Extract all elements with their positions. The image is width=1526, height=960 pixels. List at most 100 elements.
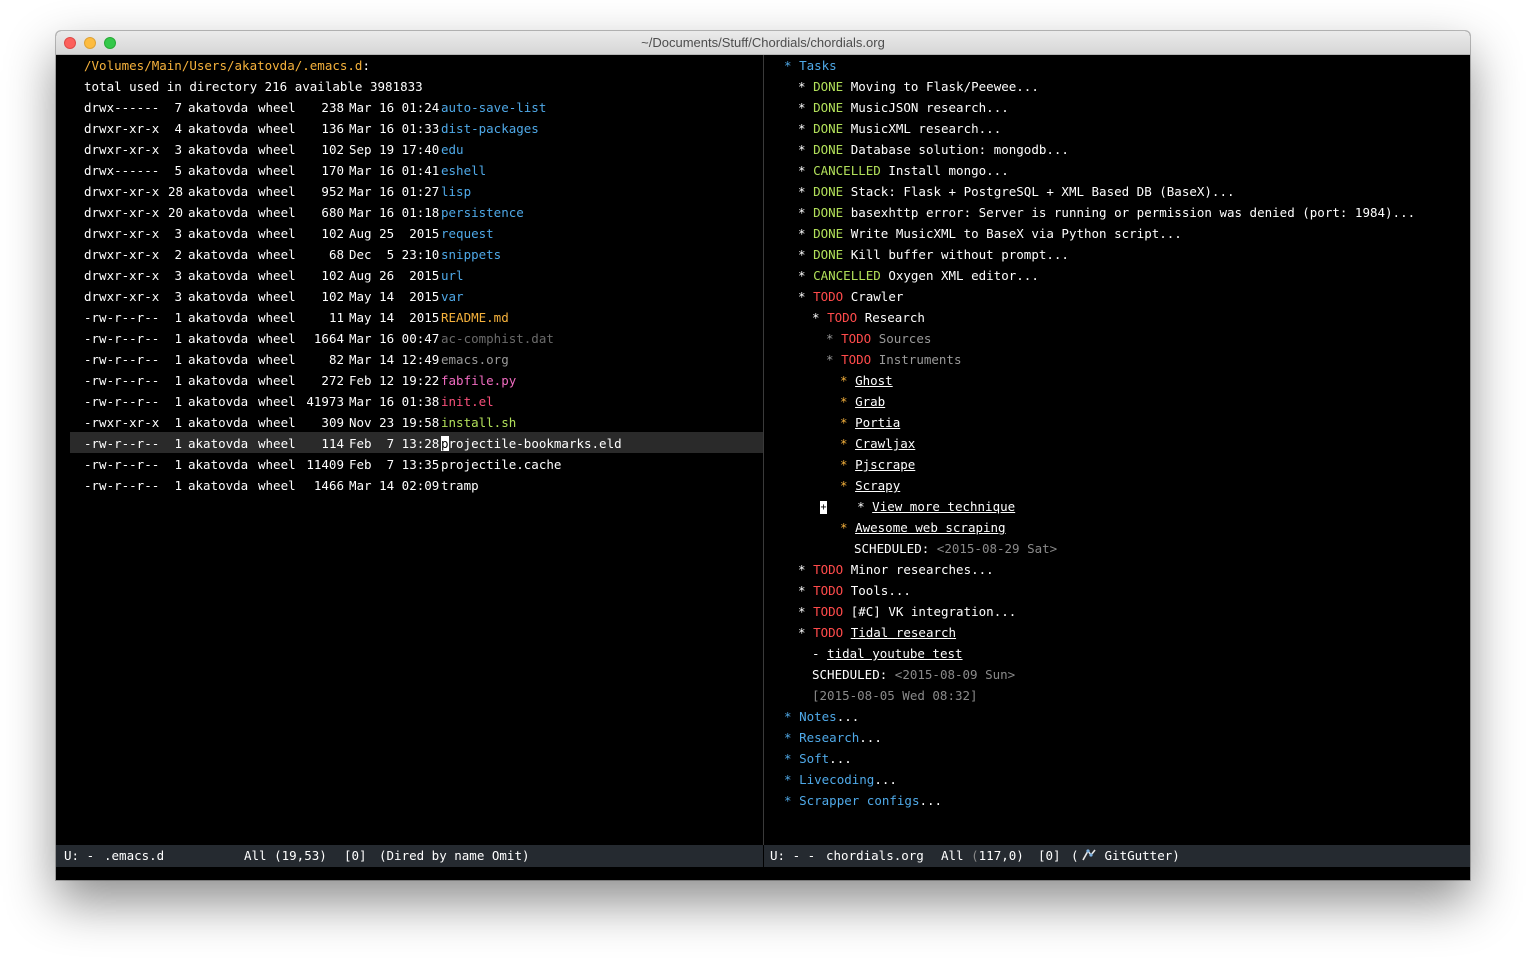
file-name[interactable]: install.sh — [441, 412, 516, 433]
org-link[interactable]: Grab — [855, 394, 885, 409]
org-heading-section[interactable]: * Notes... — [784, 706, 859, 727]
file-name[interactable]: lisp — [441, 181, 471, 202]
org-heading-text[interactable]: Livecoding — [799, 772, 874, 787]
org-link-item[interactable]: * Ghost — [840, 370, 893, 391]
org-task-item[interactable]: * TODO Sources — [826, 328, 931, 349]
org-link[interactable]: View more technique — [872, 499, 1015, 514]
org-task-item[interactable]: * TODO Tidal research — [798, 622, 956, 643]
org-task-item[interactable]: * TODO Minor researches... — [798, 559, 994, 580]
org-heading-text[interactable]: Soft — [799, 751, 829, 766]
file-name[interactable]: README.md — [441, 307, 509, 328]
org-todo-keyword[interactable]: TODO — [813, 625, 843, 640]
file-name[interactable]: var — [441, 286, 464, 307]
file-name[interactable]: fabfile.py — [441, 370, 516, 391]
org-heading-text[interactable]: Kill buffer without prompt... — [851, 247, 1069, 262]
org-heading-text[interactable]: Database solution: mongodb... — [851, 142, 1069, 157]
org-task-item[interactable]: * CANCELLED Install mongo... — [798, 160, 1009, 181]
org-heading-text[interactable]: Crawler — [851, 289, 904, 304]
org-link-item[interactable]: + * View more technique — [820, 496, 1015, 517]
org-task-item[interactable]: * TODO [#C] VK integration... — [798, 601, 1016, 622]
org-task-item[interactable]: * DONE MusicXML research... — [798, 118, 1001, 139]
org-todo-keyword[interactable]: TODO — [813, 562, 843, 577]
org-task-item[interactable]: * TODO Instruments — [826, 349, 962, 370]
file-name[interactable]: dist-packages — [441, 118, 539, 139]
file-name[interactable]: projectile-bookmarks.eld — [441, 433, 622, 454]
file-name[interactable]: snippets — [441, 244, 501, 265]
org-task-item[interactable]: * DONE basexhttp error: Server is runnin… — [798, 202, 1415, 223]
org-link[interactable]: tidal youtube test — [827, 646, 962, 661]
file-name[interactable]: persistence — [441, 202, 524, 223]
org-link-item[interactable]: * Scrapy — [840, 475, 900, 496]
org-todo-keyword[interactable]: TODO — [813, 604, 843, 619]
org-link-item[interactable]: * Portia — [840, 412, 900, 433]
org-heading-text[interactable]: Notes — [799, 709, 837, 724]
org-heading-tasks[interactable]: * Tasks — [784, 55, 837, 76]
org-todo-keyword[interactable]: DONE — [813, 226, 843, 241]
org-heading-text[interactable]: Stack: Flask + PostgreSQL + XML Based DB… — [851, 184, 1235, 199]
org-task-item[interactable]: * DONE Database solution: mongodb... — [798, 139, 1069, 160]
modeline-buffer-name[interactable]: chordials.org — [826, 845, 924, 867]
org-todo-keyword[interactable]: DONE — [813, 79, 843, 94]
org-heading-text[interactable]: Install mongo... — [888, 163, 1008, 178]
org-link[interactable]: Crawljax — [855, 436, 915, 451]
org-task-item[interactable]: * DONE Moving to Flask/Peewee... — [798, 76, 1039, 97]
org-todo-keyword[interactable]: TODO — [841, 331, 871, 346]
file-name[interactable]: emacs.org — [441, 349, 509, 370]
org-task-item[interactable]: * DONE Kill buffer without prompt... — [798, 244, 1069, 265]
org-link-item[interactable]: * Grab — [840, 391, 885, 412]
org-todo-keyword[interactable]: CANCELLED — [813, 268, 881, 283]
org-heading-text[interactable]: MusicXML research... — [851, 121, 1002, 136]
org-link-item[interactable]: * Awesome web scraping — [840, 517, 1006, 538]
file-name[interactable]: ac-comphist.dat — [441, 328, 554, 349]
org-heading-text[interactable]: MusicJSON research... — [851, 100, 1009, 115]
file-name[interactable]: tramp — [441, 475, 479, 496]
org-todo-keyword[interactable]: DONE — [813, 142, 843, 157]
org-link[interactable]: Ghost — [855, 373, 893, 388]
org-link[interactable]: Awesome web scraping — [855, 520, 1006, 535]
org-todo-keyword[interactable]: CANCELLED — [813, 163, 881, 178]
modeline-gitgutter[interactable]: GitGutter) — [1081, 845, 1180, 867]
org-todo-keyword[interactable]: DONE — [813, 184, 843, 199]
org-heading-text[interactable]: basexhttp error: Server is running or pe… — [851, 205, 1415, 220]
org-task-item[interactable]: * CANCELLED Oxygen XML editor... — [798, 265, 1039, 286]
org-todo-keyword[interactable]: DONE — [813, 205, 843, 220]
dired-path[interactable]: /Volumes/Main/Users/akatovda/.emacs.d — [84, 58, 362, 73]
org-heading-text[interactable]: Sources — [879, 331, 932, 346]
org-link[interactable]: Scrapy — [855, 478, 900, 493]
org-link[interactable]: Pjscrape — [855, 457, 915, 472]
org-link-item[interactable]: * Crawljax — [840, 433, 915, 454]
file-name[interactable]: init.el — [441, 391, 494, 412]
org-pane[interactable]: * Tasks * DONE Moving to Flask/Peewee... *… — [764, 55, 1470, 845]
org-heading-text[interactable]: Moving to Flask/Peewee... — [851, 79, 1039, 94]
org-todo-keyword[interactable]: DONE — [813, 247, 843, 262]
org-task-item[interactable]: * DONE Write MusicXML to BaseX via Pytho… — [798, 223, 1182, 244]
org-todo-keyword[interactable]: TODO — [813, 583, 843, 598]
file-name[interactable]: auto-save-list — [441, 97, 546, 118]
org-heading-text[interactable]: Minor researches... — [851, 562, 994, 577]
org-heading-text[interactable]: Research — [865, 310, 925, 325]
org-task-item[interactable]: * DONE Stack: Flask + PostgreSQL + XML B… — [798, 181, 1235, 202]
org-task-item[interactable]: * TODO Tools... — [798, 580, 911, 601]
org-link[interactable]: Portia — [855, 415, 900, 430]
org-todo-keyword[interactable]: TODO — [813, 289, 843, 304]
org-timestamp[interactable]: <2015-08-29 Sat> — [937, 541, 1057, 556]
org-heading-section[interactable]: * Soft... — [784, 748, 852, 769]
org-heading-section[interactable]: * Livecoding... — [784, 769, 897, 790]
org-heading-text[interactable]: Tools... — [851, 583, 911, 598]
modeline-major-mode[interactable]: (Dired by name Omit) — [379, 845, 530, 867]
org-heading-text[interactable]: Instruments — [879, 352, 962, 367]
org-heading-text[interactable]: Write MusicXML to BaseX via Python scrip… — [851, 226, 1182, 241]
org-heading-section[interactable]: * Scrapper configs... — [784, 790, 942, 811]
file-name[interactable]: projectile.cache — [441, 454, 561, 475]
org-heading-text[interactable]: Scrapper configs — [799, 793, 919, 808]
org-task-item[interactable]: * TODO Crawler — [798, 286, 903, 307]
org-timestamp[interactable]: [2015-08-05 Wed 08:32] — [812, 688, 978, 703]
file-name[interactable]: edu — [441, 139, 464, 160]
modeline-buffer-name[interactable]: .emacs.d — [104, 845, 164, 867]
file-name[interactable]: url — [441, 265, 464, 286]
org-timestamp[interactable]: <2015-08-09 Sun> — [895, 667, 1015, 682]
org-task-item[interactable]: * DONE MusicJSON research... — [798, 97, 1009, 118]
org-heading-text[interactable]: Research — [799, 730, 859, 745]
org-todo-keyword[interactable]: DONE — [813, 100, 843, 115]
org-todo-keyword[interactable]: DONE — [813, 121, 843, 136]
